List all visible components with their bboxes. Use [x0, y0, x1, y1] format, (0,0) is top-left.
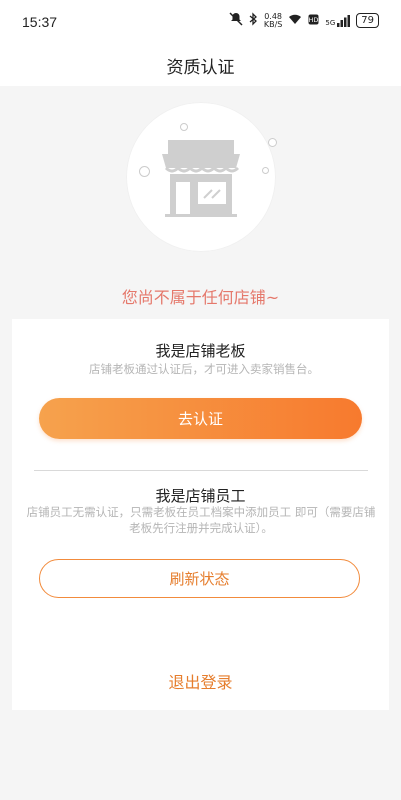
net-speed-unit: KB/S: [263, 19, 283, 29]
battery-icon: 79: [356, 13, 379, 28]
svg-text:HD: HD: [309, 16, 319, 24]
logout-link[interactable]: 退出登录: [12, 669, 389, 693]
network-type-label: 5G: [325, 18, 336, 27]
no-store-message: 您尚不属于任何店铺~: [121, 288, 280, 307]
refresh-status-button[interactable]: 刷新状态: [39, 559, 360, 598]
go-certify-button[interactable]: 去认证: [39, 398, 362, 439]
decoration-dot: [139, 166, 150, 177]
signal-icon: 5G: [325, 14, 351, 27]
status-bar: 15:37 0.48 KB/S HD 5G 79: [0, 0, 401, 44]
role-card: 我是店铺老板 店铺老板通过认证后，才可进入卖家销售台。 去认证 我是店铺员工 店…: [12, 319, 389, 710]
owner-title: 我是店铺老板: [155, 342, 246, 360]
status-icons: 0.48 KB/S HD 5G 79: [229, 12, 379, 29]
page-title: 资质认证: [166, 57, 235, 78]
mute-icon: [229, 12, 243, 29]
owner-description: 店铺老板通过认证后，才可进入卖家销售台。: [89, 362, 319, 376]
nav-bar: 资质认证: [0, 44, 401, 86]
wifi-icon: [288, 13, 302, 28]
store-icon: [160, 138, 242, 222]
decoration-dot: [268, 138, 277, 147]
hd-icon: HD: [308, 14, 319, 28]
net-speed: 0.48 KB/S: [263, 12, 283, 29]
employee-title: 我是店铺员工: [155, 487, 246, 505]
section-divider: [34, 470, 368, 471]
decoration-dot: [180, 123, 188, 131]
bluetooth-icon: [249, 12, 258, 29]
empty-state: 您尚不属于任何店铺~: [0, 86, 401, 316]
decoration-dot: [262, 167, 269, 174]
employee-description: 店铺员工无需认证，只需老板在员工档案中添加员工 即可（需要店铺老板先行注册并完成…: [26, 505, 376, 535]
status-time: 15:37: [22, 14, 58, 30]
